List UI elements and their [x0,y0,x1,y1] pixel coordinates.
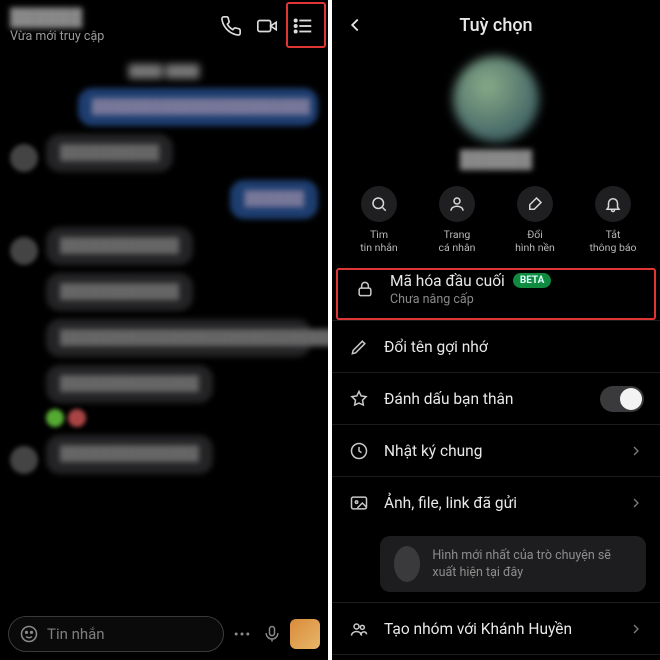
media-empty-card: Hình mới nhất của trò chuyện sẽ xuất hiệ… [380,536,646,592]
more-icon[interactable] [230,624,254,644]
chat-contact-name: ██████ [10,8,210,28]
gallery-button[interactable] [290,619,320,649]
row-subtitle: Chưa nâng cấp [390,292,638,307]
profile-name: ██████ [332,150,660,170]
row-title-text: Đánh dấu bạn thân [384,390,513,408]
avatar[interactable] [10,446,38,474]
message-row[interactable]: ████████████████████████████████ [10,319,318,357]
search-icon [361,186,397,222]
profile-block: ██████ [332,50,660,182]
message-bubble: ████████████ [46,227,193,265]
chevron-right-icon [628,495,644,511]
message-reactions[interactable] [46,409,318,427]
row-mark-bestfriend[interactable]: Đánh dấu bạn thân [332,372,660,424]
row-title-text: Mã hóa đầu cuối [390,272,505,290]
row-shared-diary[interactable]: Nhật ký chung [332,424,660,476]
action-search-messages[interactable]: Tìm tin nhắn [340,186,418,254]
row-title-text: Đổi tên gợi nhớ [384,338,488,356]
quick-actions: Tìm tin nhắn Trang cá nhân Đổi hình nền … [332,182,660,268]
row-title-text: Tạo nhóm với Khánh Huyền [384,620,572,638]
message-row[interactable]: ██████████████ [10,365,318,403]
row-media-files-links[interactable]: Ảnh, file, link đã gửi [332,476,660,528]
chat-presence: Vừa mới truy cập [10,29,210,44]
message-row[interactable]: ██████████ [10,134,318,172]
action-change-wallpaper[interactable]: Đổi hình nền [496,186,574,254]
brush-icon [517,186,553,222]
message-row[interactable]: ██████████████████████ [10,88,318,126]
message-bubble: ██████████████ [46,435,213,473]
chat-header: ██████ Vừa mới truy cập [0,0,328,52]
image-icon [348,493,370,513]
lock-icon [354,279,376,299]
message-row[interactable]: ████████████ [10,227,318,265]
pencil-icon [348,337,370,357]
message-input-placeholder: Tin nhắn [47,625,105,643]
avatar[interactable] [10,237,38,265]
message-row[interactable]: ██████ [10,180,318,218]
options-header: Tuỳ chọn [332,0,660,50]
row-title-text: Ảnh, file, link đã gửi [384,494,517,512]
action-label: Đổi hình nền [515,228,555,254]
bell-icon [595,186,631,222]
action-personal-page[interactable]: Trang cá nhân [418,186,496,254]
group-add-icon [348,619,370,639]
action-label: Tìm tin nhắn [360,228,397,254]
beta-badge: BETA [513,273,552,288]
chat-input-bar: Tin nhắn [0,608,328,660]
video-call-icon[interactable] [252,11,282,41]
message-bubble: ██████████ [46,134,173,172]
chat-screen: ██████ Vừa mới truy cập ████ ████ ██████… [0,0,328,660]
bestfriend-toggle[interactable] [600,386,644,412]
emoji-icon[interactable] [19,624,39,644]
message-bubble: ██████ [230,180,318,218]
chat-date-divider: ████ ████ [10,64,318,78]
star-icon [348,389,370,409]
profile-icon [439,186,475,222]
message-row[interactable]: ████████████ [10,273,318,311]
chat-title-block[interactable]: ██████ Vừa mới truy cập [10,8,210,44]
avatar[interactable] [10,144,38,172]
media-empty-text: Hình mới nhất của trò chuyện sẽ xuất hiệ… [432,547,632,582]
row-rename-alias[interactable]: Đổi tên gợi nhớ [332,320,660,372]
row-title-text: Nhật ký chung [384,442,482,460]
options-menu-icon[interactable] [288,11,318,41]
profile-avatar[interactable] [453,56,539,142]
message-bubble: ██████████████████████ [78,88,318,126]
chevron-right-icon [628,621,644,637]
options-screen: Tuỳ chọn ██████ Tìm tin nhắn Trang cá nh… [332,0,660,660]
chevron-right-icon [628,443,644,459]
options-title: Tuỳ chọn [344,15,648,36]
chat-body[interactable]: ████ ████ ██████████████████████ ███████… [0,52,328,608]
message-bubble: ████████████████████████████████ [46,319,311,357]
row-create-group[interactable]: Tạo nhóm với Khánh Huyền [332,602,660,654]
action-label: Tắt thông báo [589,228,636,254]
message-bubble: ████████████ [46,273,193,311]
action-mute-notifications[interactable]: Tắt thông báo [574,186,652,254]
message-row[interactable]: ██████████████ [10,435,318,473]
action-label: Trang cá nhân [439,228,476,254]
call-icon[interactable] [216,11,246,41]
message-input[interactable]: Tin nhắn [8,616,224,652]
message-bubble: ██████████████ [46,365,213,403]
placeholder-image-icon [394,546,420,582]
mic-icon[interactable] [260,624,284,644]
clock-icon [348,441,370,461]
row-e2e-encryption[interactable]: Mã hóa đầu cuối BETA Chưa nâng cấp [336,268,656,320]
row-add-to-group[interactable]: Thêm Khánh Huyền vào nhóm [332,654,660,660]
